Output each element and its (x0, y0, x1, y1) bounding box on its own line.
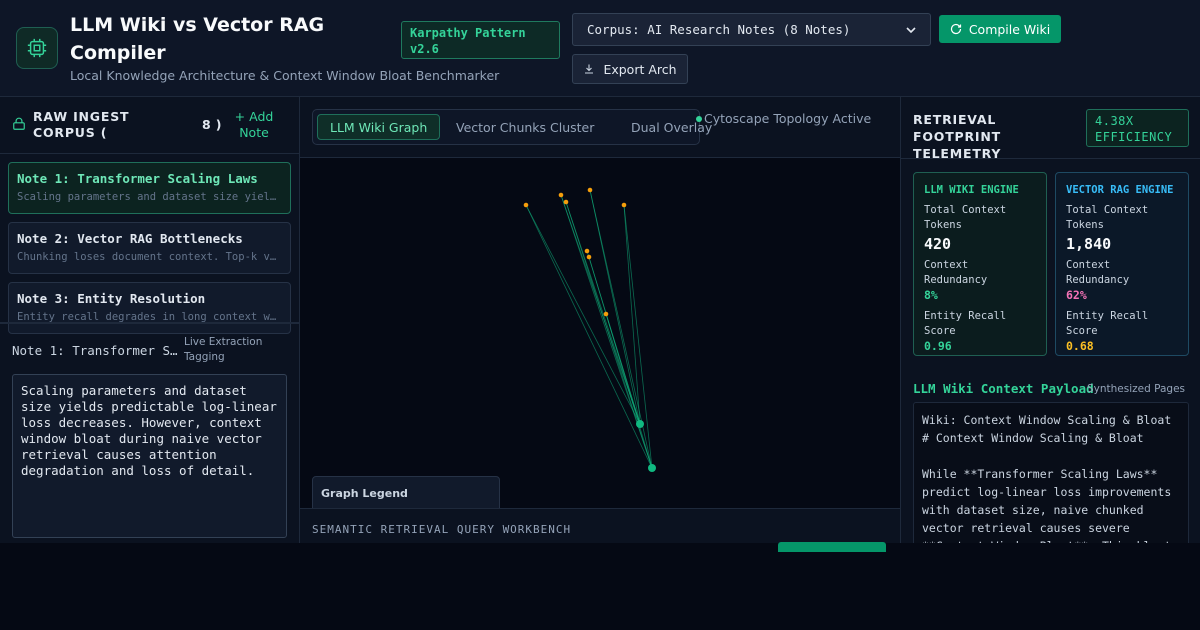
divider (0, 322, 299, 324)
redundancy-label: Context Redundancy (924, 259, 988, 286)
recall-value: 0.68 (1066, 339, 1094, 353)
tokens-value: 420 (924, 235, 952, 253)
app-title: LLM Wiki vs Vector RAG Compiler (70, 14, 325, 64)
run-query-button[interactable] (778, 542, 886, 552)
tokens-label: Total Context Tokens (1066, 204, 1149, 231)
app-subtitle: Local Knowledge Architecture & Context W… (70, 68, 500, 83)
corpus-select[interactable]: Corpus: AI Research Notes (8 Notes) (572, 13, 931, 46)
graph-node-entity[interactable] (621, 202, 627, 208)
graph-edge (525, 204, 641, 425)
payload-title: LLM Wiki Context Payload (913, 381, 1094, 396)
telemetry-panel: RETRIEVAL FOOTPRINT TELEMETRY 4.38X EFFI… (900, 97, 1200, 543)
add-note-button[interactable]: + Add Note (229, 109, 279, 141)
graph-node-entity[interactable] (523, 202, 529, 208)
efficiency-badge: 4.38X EFFICIENCY (1086, 109, 1189, 147)
llm-wiki-engine-card: LLM WIKI ENGINE Total Context Tokens 420… (913, 172, 1047, 356)
status-dot-icon (696, 116, 702, 122)
note-title: Note 1: Transformer Scaling Laws (17, 171, 258, 186)
graph-node-entity[interactable] (558, 192, 564, 198)
graph-node-entity[interactable] (584, 248, 590, 254)
payload-subtitle: Synthesized Pages (1087, 383, 1186, 395)
export-arch-label: Export Arch (603, 61, 677, 77)
note-desc: Chunking loses document context. Top-k v… (17, 251, 282, 263)
note-desc: Scaling parameters and dataset size yiel… (17, 191, 282, 203)
corpus-count-value: 8 (202, 117, 211, 132)
knowledge-graph[interactable] (300, 158, 900, 508)
download-icon (585, 64, 594, 74)
graph-edge (565, 201, 653, 469)
tab-vector-chunks[interactable]: Vector Chunks Cluster (444, 114, 606, 140)
corpus-panel-header: RAW INGEST CORPUS ( 8) + Add Note (0, 97, 299, 154)
corpus-panel: RAW INGEST CORPUS ( 8) + Add Note Note 1… (0, 97, 300, 543)
note-editor-textarea[interactable]: Scaling parameters and dataset size yiel… (12, 374, 287, 538)
recall-label: Entity Recall Score (1066, 310, 1149, 337)
graph-edge (525, 204, 653, 469)
refresh-icon (950, 23, 961, 35)
tokens-value: 1,840 (1066, 235, 1112, 253)
note-item[interactable]: Note 1: Transformer Scaling Laws Scaling… (8, 162, 291, 214)
telemetry-title: RETRIEVAL FOOTPRINT TELEMETRY (913, 112, 1002, 161)
corpus-count-close: ) (215, 117, 222, 132)
note-item[interactable]: Note 3: Entity Resolution Entity recall … (8, 282, 291, 334)
note-item[interactable]: Note 2: Vector RAG Bottlenecks Chunking … (8, 222, 291, 274)
database-icon (13, 117, 25, 130)
recall-value: 0.96 (924, 339, 952, 353)
engine-name: VECTOR RAG ENGINE (1066, 184, 1174, 196)
redundancy-label: Context Redundancy (1066, 259, 1130, 286)
graph-node-entity[interactable] (587, 187, 593, 193)
app-header: LLM Wiki vs Vector RAG Compiler Local Kn… (0, 0, 1200, 97)
graph-node-entity[interactable] (586, 254, 592, 260)
note-title: Note 3: Entity Resolution (17, 291, 206, 306)
redundancy-value: 62% (1066, 288, 1087, 302)
workbench-title: SEMANTIC RETRIEVAL QUERY WORKBENCH (312, 523, 572, 536)
graph-panel: LLM Wiki Graph Vector Chunks Cluster Dua… (300, 97, 900, 552)
engine-name: LLM WIKI ENGINE (924, 184, 1019, 196)
topology-status: Cytoscape Topology Active (696, 111, 884, 127)
note-title: Note 2: Vector RAG Bottlenecks (17, 231, 243, 246)
redundancy-value: 8% (924, 288, 938, 302)
query-workbench: SEMANTIC RETRIEVAL QUERY WORKBENCH (300, 508, 900, 552)
payload-content[interactable]: Wiki: Context Window Scaling & Bloat # C… (913, 402, 1189, 543)
live-extraction-tag: Live Extraction Tagging (184, 336, 263, 363)
graph-tabs-bar: LLM Wiki Graph Vector Chunks Cluster Dua… (300, 97, 900, 158)
vector-rag-engine-card: VECTOR RAG ENGINE Total Context Tokens 1… (1055, 172, 1189, 356)
corpus-select-value: Corpus: AI Research Notes (8 Notes) (587, 22, 851, 37)
view-tabs: LLM Wiki Graph Vector Chunks Cluster Dua… (312, 109, 712, 145)
compile-wiki-label: Compile Wiki (968, 21, 1051, 37)
compile-wiki-button[interactable]: Compile Wiki (939, 15, 1061, 43)
graph-edge (623, 204, 653, 469)
graph-node-wiki-page[interactable] (636, 420, 644, 428)
corpus-title: RAW INGEST CORPUS ( (33, 109, 130, 140)
chip-icon (16, 27, 58, 69)
export-arch-button[interactable]: Export Arch (572, 54, 688, 84)
recall-label: Entity Recall Score (924, 310, 1007, 337)
topology-status-text: Cytoscape Topology Active (704, 111, 872, 126)
graph-node-entity[interactable] (563, 199, 569, 205)
graph-node-entity[interactable] (603, 311, 609, 317)
graph-edge (588, 256, 653, 469)
version-badge: Karpathy Pattern v2.6 (401, 21, 560, 59)
tokens-label: Total Context Tokens (924, 204, 1007, 231)
editor-note-title: Note 1: Transformer Scaling Laws (12, 343, 182, 358)
graph-node-wiki-page[interactable] (648, 464, 656, 472)
corpus-count: 8) (197, 117, 221, 132)
tab-llm-wiki-graph[interactable]: LLM Wiki Graph (317, 114, 441, 140)
telemetry-header: RETRIEVAL FOOTPRINT TELEMETRY 4.38X EFFI… (901, 97, 1200, 161)
chevron-down-icon (906, 26, 916, 33)
